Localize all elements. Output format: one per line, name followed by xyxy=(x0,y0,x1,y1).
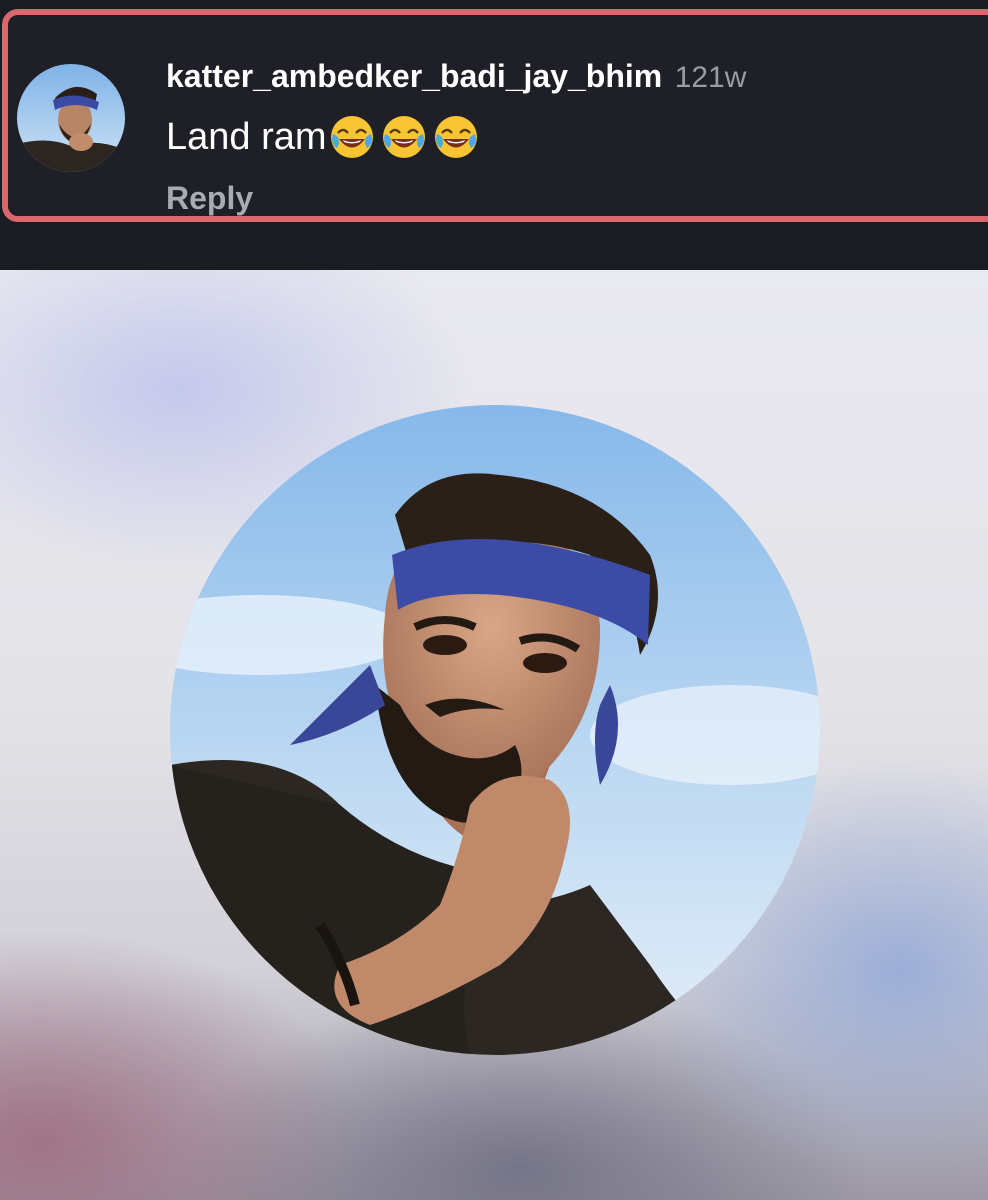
comment-text: Land ram xyxy=(166,115,327,158)
profile-photo-view xyxy=(0,270,988,1200)
highlighted-comment xyxy=(2,9,988,222)
comment-section: katter_ambedker_badi_jay_bhim 121w Land … xyxy=(0,0,988,270)
comment-timestamp: 121w xyxy=(674,61,747,94)
comment-header: katter_ambedker_badi_jay_bhim 121w xyxy=(166,58,746,95)
laughing-emoji-icon xyxy=(330,116,373,158)
reply-button[interactable]: Reply xyxy=(166,180,253,217)
comment-username[interactable]: katter_ambedker_badi_jay_bhim xyxy=(166,58,662,94)
comment-body: Land ram xyxy=(166,114,479,160)
profile-photo xyxy=(170,405,820,1055)
laughing-emoji-icon xyxy=(382,116,425,158)
screenshot: katter_ambedker_badi_jay_bhim 121w Land … xyxy=(0,0,988,1200)
laughing-emoji-icon xyxy=(434,116,477,158)
commenter-avatar[interactable] xyxy=(17,64,125,172)
